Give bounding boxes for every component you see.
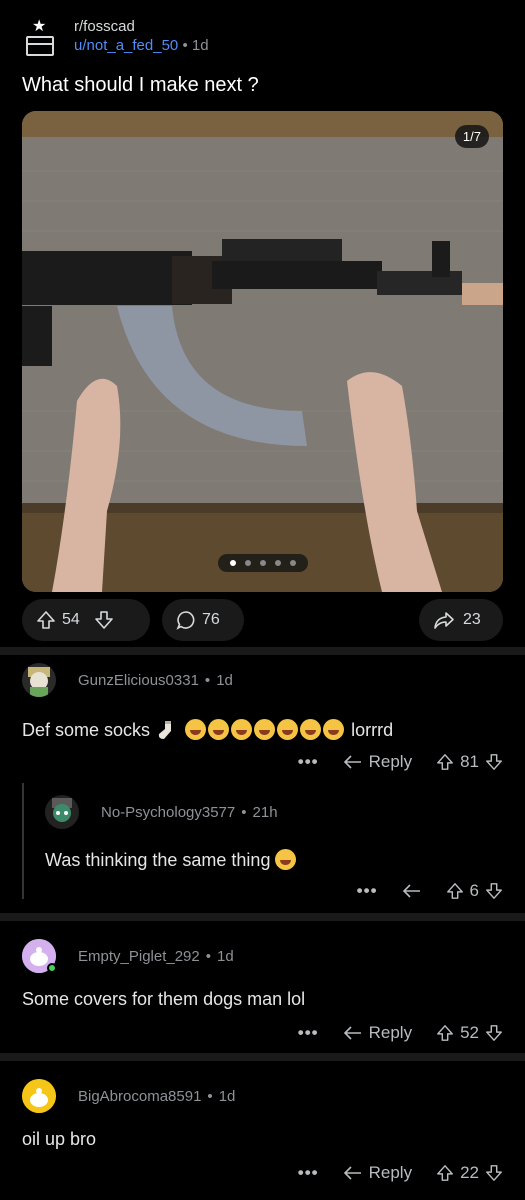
- more-options-button[interactable]: •••: [298, 1023, 319, 1043]
- subreddit-icon[interactable]: ★: [22, 18, 58, 58]
- upvote-icon[interactable]: [446, 882, 464, 900]
- image-pager: 1/7: [454, 125, 489, 148]
- community-box-icon: [26, 36, 54, 56]
- downvote-icon[interactable]: [94, 610, 114, 630]
- reply-button[interactable]: Reply: [343, 1163, 412, 1183]
- laughing-emoji: [231, 719, 253, 740]
- carousel-dot[interactable]: [259, 560, 266, 566]
- share-arrow-icon: [434, 612, 454, 629]
- comment-vote: 22: [436, 1163, 503, 1183]
- meta-separator: •: [182, 37, 188, 54]
- laughing-emoji: [254, 719, 276, 740]
- more-options-button[interactable]: •••: [357, 881, 378, 901]
- comment-username[interactable]: GunzElicious0331: [78, 672, 199, 689]
- more-options-button[interactable]: •••: [298, 752, 319, 772]
- comment-vote: 81: [436, 752, 503, 772]
- carousel-dot[interactable]: [289, 560, 296, 566]
- post-actions: 54 76 23: [22, 599, 503, 641]
- post-header: ★ r/fosscad u/not_a_fed_50 • 1d: [22, 18, 209, 58]
- comment-actions: ••• Reply 52: [298, 1023, 503, 1043]
- comment-vote-count: 81: [460, 752, 479, 771]
- comment-body: Def some socks lorrrd: [22, 719, 394, 740]
- laughing-emoji: [323, 719, 345, 740]
- laughing-emoji: [208, 719, 230, 740]
- upvote-icon[interactable]: [436, 753, 454, 771]
- avatar[interactable]: [45, 795, 79, 829]
- upvote-icon[interactable]: [436, 1024, 454, 1042]
- avatar[interactable]: [22, 939, 57, 973]
- comment-actions: ••• Reply 22: [298, 1163, 503, 1183]
- comment-actions: ••• 6: [357, 881, 503, 901]
- reply-arrow-icon: [343, 1026, 361, 1040]
- comment-username[interactable]: Empty_Piglet_292: [78, 948, 200, 965]
- reply-arrow-icon: [343, 755, 361, 769]
- comment-vote-count: 6: [469, 881, 479, 900]
- comment-vote-count: 52: [460, 1023, 479, 1042]
- reply-button[interactable]: [402, 883, 422, 899]
- more-options-button[interactable]: •••: [298, 1163, 319, 1183]
- laughing-emoji: [185, 719, 207, 740]
- carousel-dots[interactable]: [217, 554, 308, 572]
- snoo-avatar-icon: [22, 1079, 56, 1113]
- thread-line[interactable]: [22, 783, 24, 899]
- section-divider: [0, 913, 525, 921]
- comment: Empty_Piglet_292 • 1d Some covers for th…: [0, 921, 525, 1053]
- comment-time: 21h: [252, 803, 278, 821]
- post-author[interactable]: u/not_a_fed_50: [74, 37, 178, 54]
- comment-time: 1d: [217, 947, 234, 965]
- comment-vote-count: 22: [460, 1163, 479, 1182]
- upvote-icon[interactable]: [36, 610, 56, 630]
- comment-body: oil up bro: [22, 1129, 97, 1149]
- comment-vote: 6: [446, 881, 503, 901]
- downvote-icon[interactable]: [485, 753, 503, 771]
- comment-time: 1d: [216, 671, 233, 689]
- subreddit-name[interactable]: r/fosscad: [74, 18, 209, 36]
- star-icon: ★: [32, 18, 47, 35]
- vote-pill: 54: [22, 599, 150, 641]
- laughing-emoji: [277, 719, 299, 740]
- comment-username[interactable]: BigAbrocoma8591: [78, 1088, 201, 1105]
- reply-button[interactable]: Reply: [343, 1023, 412, 1043]
- avatar[interactable]: [22, 663, 56, 697]
- carousel-dot[interactable]: [229, 560, 236, 566]
- carousel-dot[interactable]: [274, 560, 281, 566]
- sock-emoji: [158, 721, 172, 739]
- snoo-avatar-icon: [52, 798, 72, 822]
- reply-arrow-icon: [343, 1166, 361, 1180]
- upvote-icon[interactable]: [436, 1164, 454, 1182]
- reply-arrow-icon: [402, 884, 420, 898]
- post-photo: [22, 111, 503, 592]
- downvote-icon[interactable]: [485, 1024, 503, 1042]
- section-divider: [0, 647, 525, 655]
- online-status-indicator: [47, 963, 57, 973]
- comment-time: 1d: [218, 1087, 236, 1105]
- post-upvote-count: 54: [62, 611, 80, 628]
- post-time: 1d: [191, 37, 209, 54]
- post-share-count: 23: [463, 611, 481, 628]
- comments-button[interactable]: 76: [162, 599, 244, 641]
- snoo-avatar-icon: [28, 667, 50, 697]
- comment-username[interactable]: No-Psychology3577: [101, 804, 235, 821]
- reply-button[interactable]: Reply: [343, 752, 412, 772]
- comment-body: Some covers for them dogs man lol: [22, 989, 306, 1009]
- carousel-dot[interactable]: [244, 560, 251, 566]
- laughing-emoji: [275, 849, 297, 870]
- comment-vote: 52: [436, 1023, 503, 1043]
- comment-body: Was thinking the same thing: [45, 849, 298, 871]
- post-title: What should I make next ?: [22, 74, 259, 96]
- comment-actions: ••• Reply 81: [298, 752, 503, 772]
- downvote-icon[interactable]: [485, 1164, 503, 1182]
- section-divider: [0, 1053, 525, 1061]
- share-button[interactable]: 23: [419, 599, 503, 641]
- downvote-icon[interactable]: [485, 882, 503, 900]
- comment: GunzElicious0331 • 1d Def some socks lor…: [0, 655, 525, 913]
- post-image[interactable]: 1/7: [22, 111, 503, 592]
- post-comment-count: 76: [202, 611, 220, 628]
- laughing-emoji: [300, 719, 322, 740]
- comment-bubble-icon: [176, 611, 195, 630]
- avatar[interactable]: [22, 1079, 56, 1113]
- comment: BigAbrocoma8591 • 1d oil up bro ••• Repl…: [0, 1061, 525, 1200]
